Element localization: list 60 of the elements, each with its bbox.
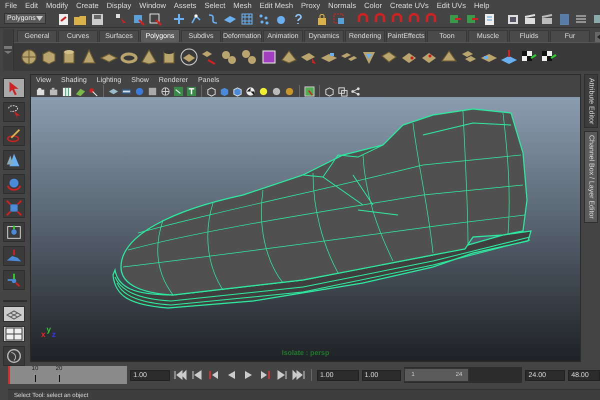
pin-icon[interactable] [88, 86, 99, 96]
axis-label: y [46, 325, 51, 334]
sphere-icon[interactable] [20, 48, 38, 66]
cube-frame-icon[interactable] [260, 48, 278, 66]
vertex-icon[interactable] [188, 12, 203, 26]
tool-button[interactable] [3, 126, 25, 146]
dots-icon[interactable] [256, 12, 271, 26]
tool-button[interactable] [3, 270, 25, 290]
current-frame-marker[interactable] [8, 366, 10, 384]
step-forward-key-icon [274, 368, 289, 382]
manipulator-cube-icon [5, 223, 23, 241]
tool-button[interactable] [3, 78, 25, 98]
clapper-icon[interactable] [540, 12, 554, 26]
cursor-icon[interactable] [114, 12, 128, 26]
step-forward-key-button[interactable] [274, 368, 289, 382]
wireframe-cube-icon[interactable] [206, 86, 217, 96]
pyramid-icon[interactable] [140, 48, 158, 66]
checker-ball-icon[interactable] [245, 86, 256, 96]
nodes-icon[interactable] [350, 86, 361, 96]
cube-icon[interactable] [40, 48, 58, 66]
move-axes-icon [5, 271, 23, 289]
cube-outline-icon[interactable] [324, 86, 335, 96]
cone-icon[interactable] [80, 48, 98, 66]
square-icon[interactable] [147, 86, 158, 96]
mesh-grid-icon[interactable] [240, 12, 254, 26]
step-back-frame-icon [206, 368, 221, 382]
lasso-icon [5, 103, 23, 121]
step-back-frame-button[interactable] [206, 368, 221, 382]
select-box-icon[interactable] [332, 12, 346, 26]
four-view-layout-button[interactable] [3, 326, 25, 342]
go-to-start-button[interactable] [172, 368, 187, 382]
clapper-icon[interactable] [522, 12, 537, 26]
outliner-button[interactable] [3, 346, 25, 366]
single-view-layout-button[interactable] [3, 306, 25, 322]
step-back-key-button[interactable] [190, 368, 204, 382]
caret-icon [36, 16, 43, 21]
tool-button[interactable] [3, 150, 25, 170]
spheres-icon[interactable] [240, 48, 258, 66]
paint-brush-icon [5, 127, 23, 145]
go-to-start-icon [172, 368, 187, 382]
cubes-icon[interactable] [337, 86, 348, 96]
spheres-icon[interactable] [220, 48, 238, 66]
camera-icon[interactable] [49, 86, 60, 96]
axis-label: x [41, 330, 46, 339]
wire-icon[interactable] [160, 86, 171, 96]
shiny-ball-icon[interactable] [284, 86, 295, 96]
pyramid-icon[interactable] [280, 48, 298, 66]
shelf-menu-icon[interactable] [3, 45, 13, 55]
go-to-end-icon [292, 368, 306, 382]
matte-ball-icon[interactable] [271, 86, 282, 96]
camera-icon[interactable] [36, 86, 47, 96]
cross-icon[interactable] [172, 12, 186, 26]
scale-cube-icon [5, 199, 23, 217]
tool-button[interactable] [3, 102, 25, 122]
tool-button[interactable] [3, 222, 25, 242]
step-back-key-icon [190, 368, 204, 382]
planes-arrow-icon[interactable] [200, 48, 218, 66]
plane-pivot-icon[interactable] [500, 48, 518, 66]
axis-label: z [52, 330, 56, 339]
go-to-end-button[interactable] [292, 368, 306, 382]
